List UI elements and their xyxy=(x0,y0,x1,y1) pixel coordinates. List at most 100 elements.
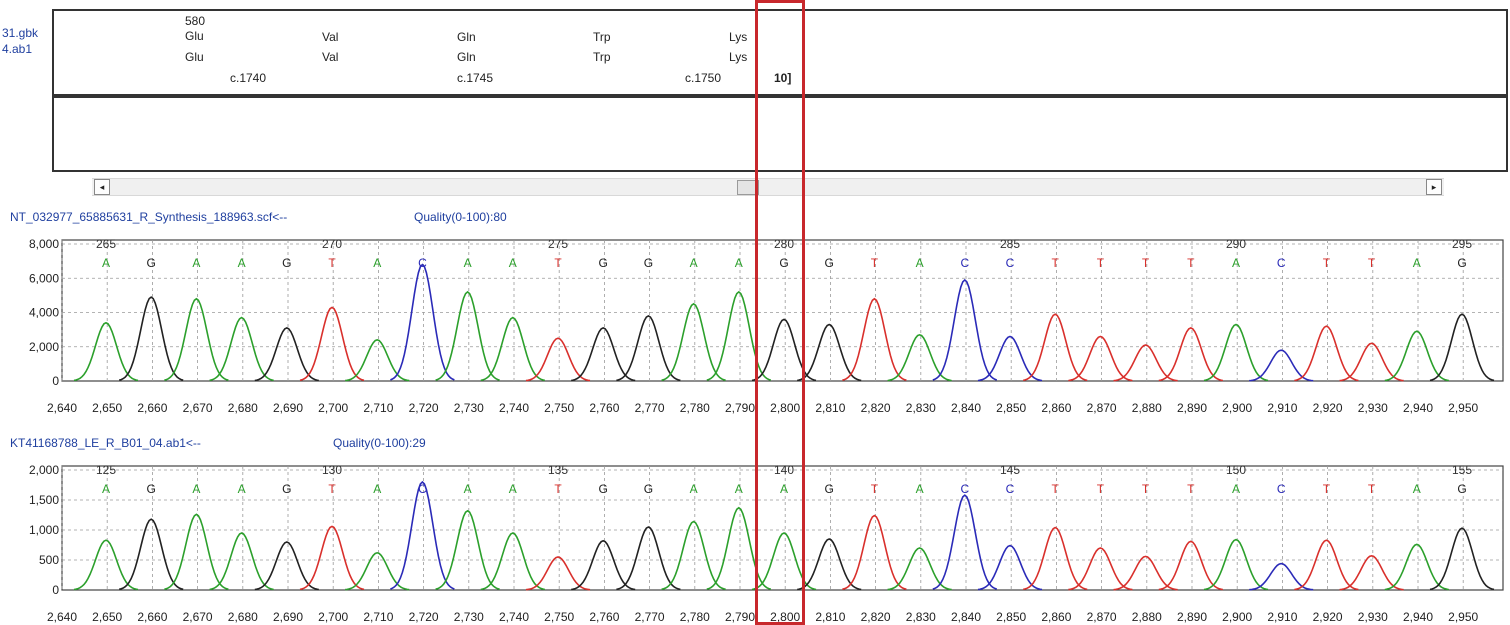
x-tick-label: 2,650 xyxy=(92,401,122,415)
y-tick-label: 1,000 xyxy=(29,523,59,537)
x-tick-label: 2,680 xyxy=(228,610,258,623)
base-call-T: T xyxy=(1142,256,1150,270)
peak-T xyxy=(842,297,907,381)
peak-T xyxy=(1294,539,1359,591)
base-number-label: 125 xyxy=(96,463,116,477)
peak-A xyxy=(706,506,772,590)
x-tick-label: 2,790 xyxy=(725,401,755,415)
base-number-label: 290 xyxy=(1226,237,1246,251)
chromatogram-canvas: 8,000 6,000 4,000 2,000 0 2,640 2,650 2,660 2,67… xyxy=(29,237,1504,623)
peak-G xyxy=(616,314,681,382)
x-tick-label: 2,700 xyxy=(318,610,348,623)
base-number-label: 275 xyxy=(548,237,568,251)
y-tick-label: 4,000 xyxy=(29,306,59,320)
base-call-G: G xyxy=(1457,256,1466,270)
base-call-T: T xyxy=(328,482,336,496)
x-tick-label: 2,660 xyxy=(137,401,167,415)
peak-G xyxy=(616,526,681,591)
y-tick-label: 2,000 xyxy=(29,463,59,477)
base-number-label: 270 xyxy=(322,237,342,251)
base-call-C: C xyxy=(960,256,969,270)
base-call-T: T xyxy=(1187,482,1195,496)
base-call-A: A xyxy=(373,256,381,270)
base-call-T: T xyxy=(1142,482,1150,496)
base-call-G: G xyxy=(282,482,291,496)
peak-T xyxy=(299,525,365,591)
x-tick-label: 2,760 xyxy=(589,610,619,623)
x-tick-label: 2,700 xyxy=(318,401,348,415)
x-tick-label: 2,770 xyxy=(635,401,665,415)
base-call-A: A xyxy=(1413,256,1421,270)
peak-C xyxy=(932,494,998,590)
x-tick-label: 2,640 xyxy=(47,610,77,623)
x-tick-label: 2,730 xyxy=(454,610,484,623)
y-tick-label: 6,000 xyxy=(29,271,59,285)
base-call-A: A xyxy=(1232,256,1240,270)
x-tick-label: 2,850 xyxy=(996,610,1026,623)
peak-A xyxy=(661,520,726,591)
x-tick-label: 2,650 xyxy=(92,610,122,623)
base-call-G: G xyxy=(147,482,156,496)
base-call-A: A xyxy=(238,482,246,496)
x-tick-label: 2,710 xyxy=(363,401,393,415)
base-call-A: A xyxy=(102,482,110,496)
base-number-label: 150 xyxy=(1226,463,1246,477)
x-tick-label: 2,750 xyxy=(544,610,574,623)
x-tick-label: 2,880 xyxy=(1132,401,1162,415)
base-call-T: T xyxy=(328,256,336,270)
peak-T xyxy=(299,306,365,382)
base-call-T: T xyxy=(1052,482,1060,496)
x-tick-label: 2,780 xyxy=(680,610,710,623)
x-tick-label: 2,640 xyxy=(47,401,77,415)
peak-C xyxy=(390,263,455,381)
base-call-G: G xyxy=(147,256,156,270)
x-tick-label: 2,930 xyxy=(1358,610,1388,623)
x-tick-label: 2,940 xyxy=(1403,401,1433,415)
peak-G xyxy=(1429,313,1495,382)
peak-A xyxy=(1203,323,1269,382)
base-call-T: T xyxy=(871,256,879,270)
base-call-A: A xyxy=(735,482,743,496)
base-call-A: A xyxy=(192,482,200,496)
peak-A xyxy=(164,297,229,381)
base-call-A: A xyxy=(238,256,246,270)
x-tick-label: 2,930 xyxy=(1358,401,1388,415)
x-tick-label: 2,690 xyxy=(273,401,303,415)
base-call-G: G xyxy=(599,256,608,270)
peak-A xyxy=(164,513,229,591)
base-call-G: G xyxy=(644,482,653,496)
base-call-G: G xyxy=(282,256,291,270)
x-tick-label: 2,800 xyxy=(770,610,800,623)
x-tick-label: 2,820 xyxy=(861,401,891,415)
peak-G xyxy=(571,327,636,382)
x-tick-label: 2,670 xyxy=(183,401,213,415)
peak-A xyxy=(435,290,500,381)
x-tick-label: 2,950 xyxy=(1448,610,1478,623)
peak-T xyxy=(1023,526,1088,591)
base-number-label: 265 xyxy=(96,237,116,251)
base-number-label: 155 xyxy=(1452,463,1472,477)
base-call-A: A xyxy=(373,482,381,496)
x-tick-label: 2,680 xyxy=(228,401,258,415)
x-tick-label: 2,890 xyxy=(1177,401,1207,415)
x-tick-label: 2,780 xyxy=(680,401,710,415)
y-tick-label: 2,000 xyxy=(29,340,59,354)
base-call-A: A xyxy=(690,482,698,496)
x-tick-label: 2,870 xyxy=(1087,610,1117,623)
peak-A xyxy=(661,302,726,382)
x-tick-label: 2,940 xyxy=(1403,610,1433,623)
base-call-A: A xyxy=(509,256,517,270)
base-number-label: 280 xyxy=(774,237,794,251)
base-call-G: G xyxy=(644,256,653,270)
base-call-T: T xyxy=(1052,256,1060,270)
base-call-T: T xyxy=(554,482,562,496)
base-call-T: T xyxy=(1097,256,1105,270)
x-tick-label: 2,690 xyxy=(273,610,303,623)
peak-A xyxy=(1203,538,1269,591)
base-call-A: A xyxy=(464,482,472,496)
base-call-A: A xyxy=(780,482,788,496)
peak-A xyxy=(706,290,772,381)
base-call-C: C xyxy=(418,256,427,270)
base-call-T: T xyxy=(554,256,562,270)
x-tick-label: 2,860 xyxy=(1041,610,1071,623)
